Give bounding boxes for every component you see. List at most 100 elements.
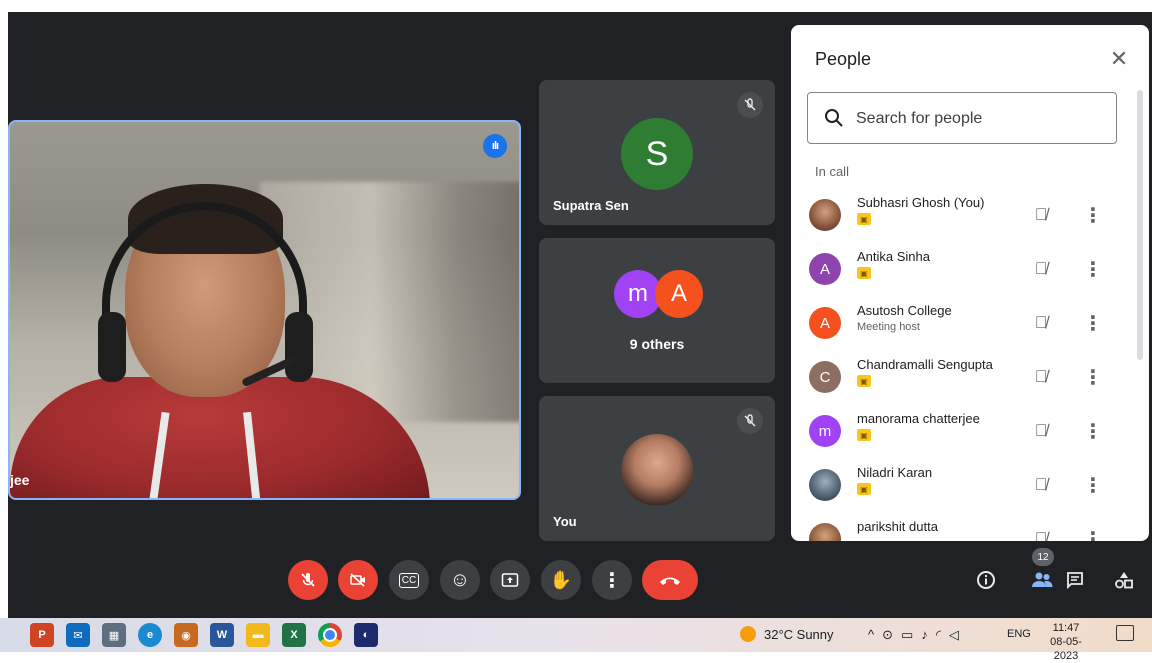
list-item[interactable]: C Chandramalli Sengupta ▣ 🎙̸ ⋮ [791, 351, 1131, 405]
avatar: A [809, 253, 841, 285]
system-tray[interactable]: ^⊙▭♪◜◁ [868, 627, 967, 643]
mic-off-icon [737, 92, 763, 118]
others-count: 9 others [629, 336, 685, 352]
volume-icon[interactable]: ◁ [949, 627, 967, 642]
weather-widget[interactable]: 32°C Sunny [740, 626, 834, 642]
list-item[interactable]: A Antika Sinha ▣ 🎙̸ ⋮ [791, 243, 1131, 297]
more-vert-icon[interactable]: ⋮ [1083, 257, 1103, 281]
edge-icon[interactable]: e [138, 623, 162, 647]
powerpoint-icon[interactable]: P [30, 623, 54, 647]
mic-off-icon[interactable]: 🎙̸ [1029, 365, 1053, 389]
host-controls-icon: ▣ [857, 429, 871, 441]
host-controls-icon: ▣ [857, 375, 871, 387]
captions-icon: CC [398, 572, 420, 588]
avatar: A [809, 307, 841, 339]
main-speaker-tile[interactable]: ılı jee [8, 120, 521, 500]
mic-off-icon[interactable]: 🎙̸ [1029, 419, 1053, 443]
chat-button[interactable] [1059, 564, 1091, 596]
calculator-icon[interactable]: ▦ [102, 623, 126, 647]
folder-icon[interactable]: ▬ [246, 623, 270, 647]
emoji-button[interactable]: ☺ [440, 560, 480, 600]
sun-icon [740, 626, 756, 642]
section-label: In call [815, 164, 849, 179]
more-vert-icon[interactable]: ⋮ [1083, 203, 1103, 227]
participant-name: manorama chatterjee [857, 411, 980, 426]
battery-icon[interactable]: ▭ [901, 627, 921, 642]
headset-ear [285, 312, 313, 382]
mic-icon[interactable]: ♪ [921, 627, 936, 642]
participant-tile-supatra[interactable]: S Supatra Sen [539, 80, 775, 225]
clock[interactable]: 11:47 08-05-2023 [1040, 621, 1092, 663]
raise-hand-button[interactable]: ✋ [541, 560, 581, 600]
end-call-icon [660, 577, 680, 585]
weather-text: 32°C Sunny [764, 626, 834, 642]
chevron-up-icon[interactable]: ^ [868, 627, 882, 642]
mic-off-icon[interactable]: 🎙̸ [1029, 311, 1053, 335]
avatar: C [809, 361, 841, 393]
more-vert-icon[interactable]: ⋮ [1083, 419, 1103, 443]
close-icon[interactable]: ✕ [1105, 45, 1133, 73]
participant-name: Antika Sinha [857, 249, 930, 264]
more-vert-icon[interactable]: ⋮ [1083, 365, 1103, 389]
list-item[interactable]: A Asutosh College Meeting host 🎙̸ ⋮ [791, 297, 1131, 351]
mail-icon[interactable]: ✉ [66, 623, 90, 647]
people-button[interactable] [1026, 564, 1058, 596]
search-icon [825, 109, 843, 127]
people-icon [1032, 572, 1053, 587]
present-button[interactable] [490, 560, 530, 600]
more-vert-icon[interactable]: ⋮ [1083, 527, 1103, 542]
mic-off-icon [737, 408, 763, 434]
participant-name: You [553, 514, 577, 529]
self-tile[interactable]: You [539, 396, 775, 541]
media-icon[interactable]: ◉ [174, 623, 198, 647]
mic-off-icon[interactable]: 🎙̸ [1029, 473, 1053, 497]
activities-button[interactable] [1108, 564, 1140, 596]
speaker-name: jee [10, 472, 30, 488]
more-vert-icon[interactable]: ⋮ [1083, 311, 1103, 335]
meet-window: ılı jee S Supatra Sen m A 9 others You P… [8, 12, 1152, 618]
camera-toggle-button[interactable] [338, 560, 378, 600]
list-item[interactable]: Niladri Karan ▣ 🎙̸ ⋮ [791, 459, 1131, 513]
meet-icon[interactable]: ⊙ [882, 627, 901, 642]
participant-name: Subhasri Ghosh (You) [857, 195, 985, 210]
list-item[interactable]: m manorama chatterjee ▣ 🎙̸ ⋮ [791, 405, 1131, 459]
more-vert-icon[interactable]: ⋮ [1083, 473, 1103, 497]
mic-off-icon[interactable]: 🎙̸ [1029, 527, 1053, 541]
search-box[interactable] [807, 92, 1117, 144]
participant-name: Chandramalli Sengupta [857, 357, 993, 372]
more-options-button[interactable]: ⋮ [592, 560, 632, 600]
end-call-button[interactable] [642, 560, 698, 600]
panel-title: People [815, 49, 872, 69]
notification-icon[interactable] [1116, 625, 1134, 641]
avatar [809, 523, 841, 541]
more-vert-icon: ⋮ [602, 569, 622, 592]
avatar: A [655, 270, 703, 318]
language-indicator[interactable]: ENG [1007, 628, 1031, 640]
avatar: S [621, 118, 693, 190]
participant-name: Supatra Sen [553, 198, 629, 213]
avatar: m [809, 415, 841, 447]
chrome-icon[interactable] [318, 623, 342, 647]
search-input[interactable] [854, 105, 1108, 133]
excel-icon[interactable]: X [282, 623, 306, 647]
people-panel: People ✕ In call Subhasri Ghosh (You) ▣ … [791, 25, 1149, 541]
raise-hand-icon: ✋ [549, 569, 573, 590]
wifi-icon[interactable]: ◜ [936, 627, 949, 642]
word-icon[interactable]: W [210, 623, 234, 647]
mic-toggle-button[interactable] [288, 560, 328, 600]
host-controls-icon: ▣ [857, 213, 871, 225]
meeting-info-button[interactable] [970, 564, 1002, 596]
scrollbar[interactable] [1137, 90, 1143, 360]
clock-date: 08-05-2023 [1050, 636, 1082, 662]
others-tile[interactable]: m A 9 others [539, 238, 775, 383]
list-item[interactable]: Subhasri Ghosh (You) ▣ 🎙̸ ⋮ [791, 189, 1131, 243]
webex-icon[interactable]: ◐ [354, 623, 378, 647]
mic-off-icon[interactable]: 🎙̸ [1029, 257, 1053, 281]
present-icon [501, 573, 519, 587]
camera-off-icon [350, 573, 365, 587]
avatar [809, 469, 841, 501]
captions-button[interactable]: CC [389, 560, 429, 600]
mic-off-icon[interactable]: 🎙̸ [1029, 203, 1053, 227]
list-item[interactable]: parikshit dutta 🎙̸ ⋮ [791, 513, 1131, 541]
audio-wave-icon: ılı [483, 134, 507, 158]
